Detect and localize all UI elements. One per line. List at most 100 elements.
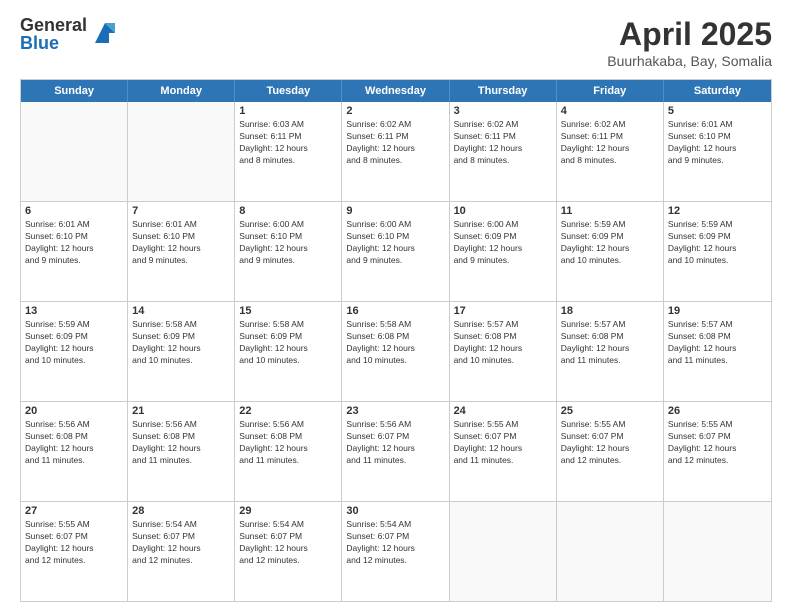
day-cell-19: 19 Sunrise: 5:57 AMSunset: 6:08 PMDayligh… [664,302,771,401]
day-number: 2 [346,105,444,117]
day-info: Sunrise: 6:00 AMSunset: 6:10 PMDaylight:… [239,219,337,267]
day-number: 8 [239,205,337,217]
day-info: Sunrise: 5:59 AMSunset: 6:09 PMDaylight:… [668,219,767,267]
day-number: 12 [668,205,767,217]
day-number: 13 [25,305,123,317]
day-info: Sunrise: 6:00 AMSunset: 6:10 PMDaylight:… [346,219,444,267]
day-info: Sunrise: 5:58 AMSunset: 6:09 PMDaylight:… [239,319,337,367]
calendar-row-3: 13Sunrise: 5:59 AMSunset: 6:09 PMDayligh… [21,301,771,401]
day-info: Sunrise: 5:55 AMSunset: 6:07 PMDaylight:… [25,519,123,567]
day-cell-14: 14Sunrise: 5:58 AMSunset: 6:09 PMDayligh… [128,302,235,401]
calendar-row-5: 27 Sunrise: 5:55 AMSunset: 6:07 PMDayligh… [21,501,771,601]
empty-cell [450,502,557,601]
day-cell-20: 20Sunrise: 5:56 AMSunset: 6:08 PMDayligh… [21,402,128,501]
day-number: 14 [132,305,230,317]
day-number: 16 [346,305,444,317]
day-cell-7: 7 Sunrise: 6:01 AMSunset: 6:10 PMDaylight… [128,202,235,301]
header-day-wednesday: Wednesday [342,80,449,102]
day-number: 10 [454,205,552,217]
calendar: SundayMondayTuesdayWednesdayThursdayFrid… [20,79,772,602]
day-number: 11 [561,205,659,217]
logo-icon [91,19,119,47]
day-info: Sunrise: 5:55 AMSunset: 6:07 PMDaylight:… [668,419,767,467]
day-info: Sunrise: 5:54 AMSunset: 6:07 PMDaylight:… [239,519,337,567]
day-cell-18: 18 Sunrise: 5:57 AMSunset: 6:08 PMDayligh… [557,302,664,401]
day-info: Sunrise: 6:01 AMSunset: 6:10 PMDaylight:… [132,219,230,267]
day-number: 20 [25,405,123,417]
day-cell-17: 17 Sunrise: 5:57 AMSunset: 6:08 PMDayligh… [450,302,557,401]
calendar-body: 1 Sunrise: 6:03 AMSunset: 6:11 PMDaylight… [21,102,771,601]
logo-text: General Blue [20,16,87,52]
day-info: Sunrise: 6:03 AMSunset: 6:11 PMDaylight:… [239,119,337,167]
day-number: 27 [25,505,123,517]
day-cell-21: 21Sunrise: 5:56 AMSunset: 6:08 PMDayligh… [128,402,235,501]
empty-cell [664,502,771,601]
day-cell-30: 30 Sunrise: 5:54 AMSunset: 6:07 PMDayligh… [342,502,449,601]
day-number: 7 [132,205,230,217]
day-info: Sunrise: 6:02 AMSunset: 6:11 PMDaylight:… [561,119,659,167]
day-number: 21 [132,405,230,417]
day-cell-16: 16 Sunrise: 5:58 AMSunset: 6:08 PMDayligh… [342,302,449,401]
empty-cell [557,502,664,601]
day-cell-15: 15 Sunrise: 5:58 AMSunset: 6:09 PMDayligh… [235,302,342,401]
day-number: 26 [668,405,767,417]
day-cell-1: 1 Sunrise: 6:03 AMSunset: 6:11 PMDaylight… [235,102,342,201]
day-info: Sunrise: 6:02 AMSunset: 6:11 PMDaylight:… [346,119,444,167]
main-title: April 2025 [607,16,772,53]
day-number: 18 [561,305,659,317]
page: General Blue April 2025 Buurhakaba, Bay,… [0,0,792,612]
day-number: 23 [346,405,444,417]
day-cell-4: 4Sunrise: 6:02 AMSunset: 6:11 PMDaylight… [557,102,664,201]
day-info: Sunrise: 5:54 AMSunset: 6:07 PMDaylight:… [346,519,444,567]
logo: General Blue [20,16,119,52]
day-cell-3: 3 Sunrise: 6:02 AMSunset: 6:11 PMDaylight… [450,102,557,201]
day-info: Sunrise: 5:57 AMSunset: 6:08 PMDaylight:… [668,319,767,367]
day-cell-29: 29 Sunrise: 5:54 AMSunset: 6:07 PMDayligh… [235,502,342,601]
header-day-tuesday: Tuesday [235,80,342,102]
day-number: 25 [561,405,659,417]
day-number: 9 [346,205,444,217]
day-info: Sunrise: 5:57 AMSunset: 6:08 PMDaylight:… [454,319,552,367]
day-info: Sunrise: 6:02 AMSunset: 6:11 PMDaylight:… [454,119,552,167]
day-number: 30 [346,505,444,517]
day-number: 6 [25,205,123,217]
day-cell-2: 2 Sunrise: 6:02 AMSunset: 6:11 PMDaylight… [342,102,449,201]
day-number: 5 [668,105,767,117]
day-info: Sunrise: 5:55 AMSunset: 6:07 PMDaylight:… [454,419,552,467]
calendar-row-4: 20 Sunrise: 5:56 AMSunset: 6:08 PMDayligh… [21,401,771,501]
day-number: 15 [239,305,337,317]
day-cell-8: 8 Sunrise: 6:00 AMSunset: 6:10 PMDaylight… [235,202,342,301]
day-cell-6: 6Sunrise: 6:01 AMSunset: 6:10 PMDaylight… [21,202,128,301]
header-day-friday: Friday [557,80,664,102]
calendar-header: SundayMondayTuesdayWednesdayThursdayFrid… [21,80,771,102]
day-number: 19 [668,305,767,317]
day-cell-24: 24Sunrise: 5:55 AMSunset: 6:07 PMDayligh… [450,402,557,501]
day-number: 3 [454,105,552,117]
day-info: Sunrise: 5:59 AMSunset: 6:09 PMDaylight:… [561,219,659,267]
day-number: 17 [454,305,552,317]
header-day-saturday: Saturday [664,80,771,102]
day-number: 1 [239,105,337,117]
header: General Blue April 2025 Buurhakaba, Bay,… [20,16,772,69]
day-info: Sunrise: 6:00 AMSunset: 6:09 PMDaylight:… [454,219,552,267]
day-info: Sunrise: 5:54 AMSunset: 6:07 PMDaylight:… [132,519,230,567]
day-cell-9: 9 Sunrise: 6:00 AMSunset: 6:10 PMDaylight… [342,202,449,301]
subtitle: Buurhakaba, Bay, Somalia [607,53,772,69]
day-number: 22 [239,405,337,417]
logo-blue: Blue [20,34,87,52]
empty-cell [21,102,128,201]
day-info: Sunrise: 6:01 AMSunset: 6:10 PMDaylight:… [668,119,767,167]
day-cell-12: 12 Sunrise: 5:59 AMSunset: 6:09 PMDayligh… [664,202,771,301]
day-info: Sunrise: 5:56 AMSunset: 6:07 PMDaylight:… [346,419,444,467]
day-number: 29 [239,505,337,517]
day-cell-22: 22 Sunrise: 5:56 AMSunset: 6:08 PMDayligh… [235,402,342,501]
day-info: Sunrise: 5:57 AMSunset: 6:08 PMDaylight:… [561,319,659,367]
day-cell-13: 13Sunrise: 5:59 AMSunset: 6:09 PMDayligh… [21,302,128,401]
day-info: Sunrise: 5:56 AMSunset: 6:08 PMDaylight:… [239,419,337,467]
day-info: Sunrise: 5:58 AMSunset: 6:08 PMDaylight:… [346,319,444,367]
empty-cell [128,102,235,201]
day-cell-25: 25 Sunrise: 5:55 AMSunset: 6:07 PMDayligh… [557,402,664,501]
day-info: Sunrise: 5:55 AMSunset: 6:07 PMDaylight:… [561,419,659,467]
header-day-thursday: Thursday [450,80,557,102]
day-cell-27: 27 Sunrise: 5:55 AMSunset: 6:07 PMDayligh… [21,502,128,601]
